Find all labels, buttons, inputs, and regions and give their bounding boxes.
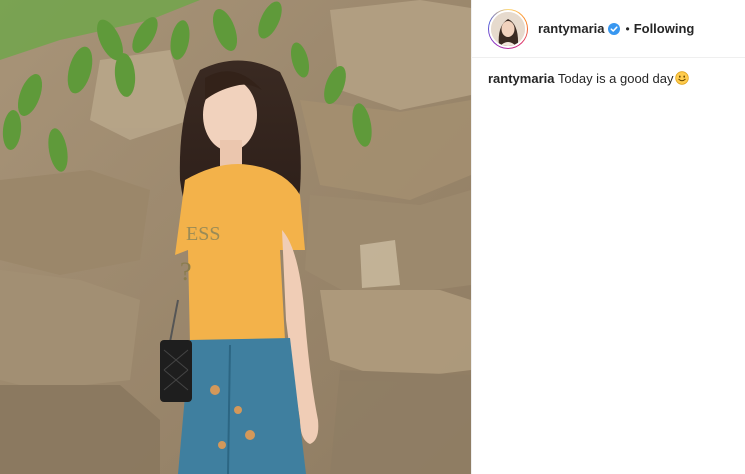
svg-text:?: ? bbox=[180, 257, 192, 286]
post-photo[interactable]: ESS ? bbox=[0, 0, 471, 474]
avatar-photo bbox=[491, 11, 525, 46]
smiling-face-icon bbox=[674, 71, 689, 85]
post-header: rantymaria • Following bbox=[472, 0, 745, 58]
caption-username-link[interactable]: rantymaria bbox=[488, 71, 554, 86]
username-link[interactable]: rantymaria bbox=[538, 21, 604, 36]
avatar-story-ring[interactable] bbox=[488, 8, 528, 49]
post-caption: rantymaria Today is a good day bbox=[472, 58, 745, 88]
photo-woman-by-stone-wall: ESS ? bbox=[0, 0, 471, 474]
verified-badge-icon bbox=[608, 22, 621, 35]
following-button[interactable]: Following bbox=[634, 21, 695, 36]
post-sidebar: rantymaria • Following rantymaria Today … bbox=[471, 0, 745, 474]
separator-dot: • bbox=[625, 21, 630, 36]
svg-text:ESS: ESS bbox=[186, 223, 220, 245]
caption-text: Today is a good day bbox=[557, 71, 674, 86]
instagram-post: ESS ? rantymaria • Following rantymaria … bbox=[0, 0, 745, 474]
avatar[interactable] bbox=[489, 9, 527, 48]
